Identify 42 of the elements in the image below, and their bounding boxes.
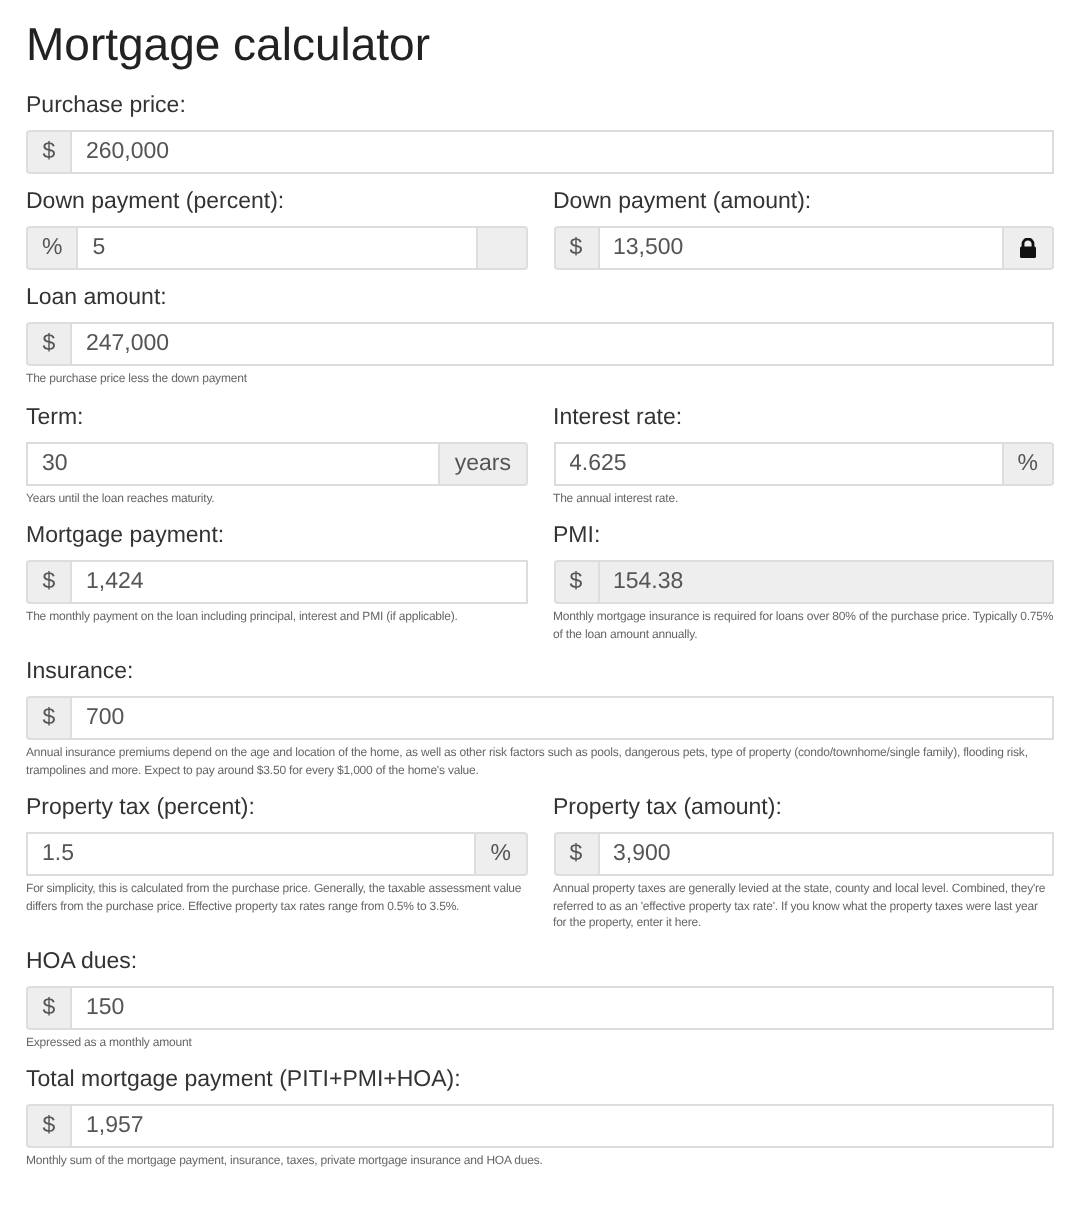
field-label: Purchase price: <box>26 92 188 120</box>
field-label: Down payment (percent): <box>26 188 287 216</box>
field-label: Loan amount: <box>26 284 169 312</box>
unit-addon: $ <box>26 322 70 366</box>
unit-addon: $ <box>553 560 597 604</box>
unit-addon: $ <box>553 832 597 876</box>
input-field[interactable]: 3,900 <box>597 832 1054 876</box>
input-field[interactable]: 1,957 <box>70 1104 1054 1148</box>
field-label: Interest rate: <box>553 403 685 431</box>
input-field[interactable]: 4.625 <box>553 441 1004 485</box>
field-label: Total mortgage payment (PITI+PMI+HOA): <box>26 1066 463 1094</box>
input-field[interactable]: 260,000 <box>70 130 1054 174</box>
lock-icon <box>1020 238 1036 258</box>
field-label: HOA dues: <box>26 947 140 975</box>
unit-addon: $ <box>26 985 70 1029</box>
unit-addon: % <box>476 832 527 876</box>
unit-addon: $ <box>553 226 597 270</box>
field-label: Mortgage payment: <box>26 522 227 550</box>
unit-addon: $ <box>26 560 70 604</box>
input-field[interactable]: 13,500 <box>597 226 1004 270</box>
input-field[interactable]: 247,000 <box>70 322 1054 366</box>
input-field[interactable]: 700 <box>70 696 1054 740</box>
field-label: PMI: <box>553 522 603 550</box>
input-field[interactable]: 5 <box>76 226 477 270</box>
unit-addon: $ <box>26 130 70 174</box>
field-label: Insurance: <box>26 658 136 686</box>
input-field[interactable]: 150 <box>70 985 1054 1029</box>
unit-addon: % <box>26 226 77 270</box>
field-label: Term: <box>26 403 86 431</box>
lock-button[interactable] <box>1004 226 1054 270</box>
field-label: Property tax (percent): <box>26 794 257 822</box>
field-label: Down payment (amount): <box>553 188 814 216</box>
unit-addon: years <box>440 441 527 485</box>
page-title: Mortgage calculator <box>26 16 432 72</box>
field-label: Property tax (amount): <box>553 794 784 822</box>
input-field[interactable]: 1.5 <box>26 832 477 876</box>
input-field[interactable]: 30 <box>26 441 441 485</box>
input-field[interactable]: 1,424 <box>70 560 527 604</box>
unit-addon: % <box>1003 441 1054 485</box>
unit-addon: $ <box>26 1104 70 1148</box>
addon-box <box>477 226 527 270</box>
unit-addon: $ <box>26 696 70 740</box>
